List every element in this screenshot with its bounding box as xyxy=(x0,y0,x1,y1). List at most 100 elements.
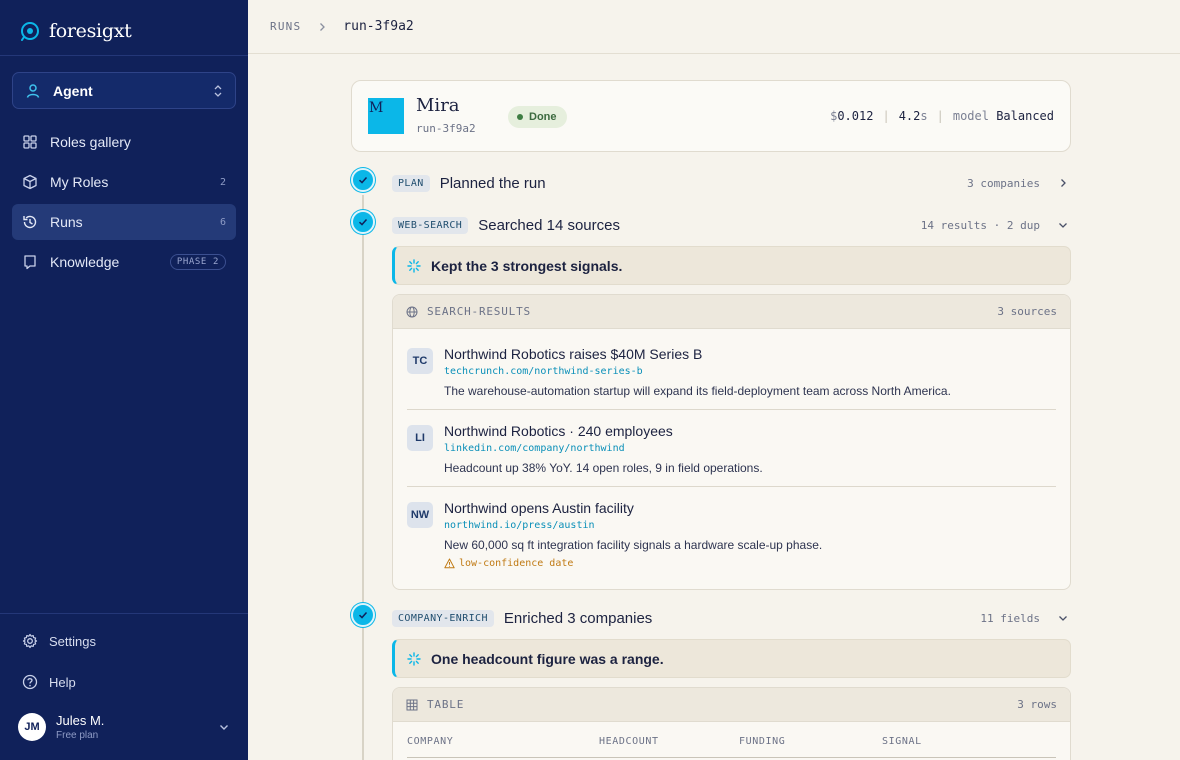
model-metric: model Balanced xyxy=(953,109,1054,123)
source-favicon: TC xyxy=(407,348,433,374)
brand-name: foresigxt xyxy=(49,20,132,42)
sidebar-item-label: Runs xyxy=(50,214,83,230)
agent-select[interactable]: Agent xyxy=(12,72,236,109)
check-icon xyxy=(358,611,368,619)
help-label: Help xyxy=(49,674,76,690)
sidebar-item-help[interactable]: Help xyxy=(12,667,236,697)
warning-note: low-confidence date xyxy=(444,558,573,569)
breadcrumb-current: run-3f9a2 xyxy=(343,19,414,34)
sidebar-item-my-roles[interactable]: My Roles 2 xyxy=(12,164,236,200)
step-web-search[interactable]: WEB-SEARCH Searched 14 sources 14 result… xyxy=(392,213,1070,237)
step-title: Enriched 3 companies xyxy=(503,609,653,627)
chevron-down-icon xyxy=(1059,223,1067,228)
sidebar-item-runs[interactable]: Runs 6 xyxy=(12,204,236,240)
cube-icon xyxy=(23,174,37,190)
sidebar: foresigxt Agent Roles gallery My Roles 2 xyxy=(0,0,248,760)
result-title-link[interactable]: Northwind opens Austin facility xyxy=(444,500,634,516)
brand-logo[interactable]: foresigxt xyxy=(20,20,132,42)
phase-badge: PHASE 2 xyxy=(169,254,226,270)
sidebar-item-label: Knowledge xyxy=(50,254,120,270)
warning-icon xyxy=(444,558,455,569)
result-url-link[interactable]: linkedin.com/company/northwind xyxy=(444,443,625,454)
user-name: Jules M. xyxy=(56,713,105,728)
step-tag: PLAN xyxy=(392,174,430,192)
column-header-funding[interactable]: FUNDING xyxy=(739,736,785,747)
logo-eye-icon xyxy=(21,22,39,41)
panel-title: TABLE xyxy=(427,698,465,711)
agent-select-label: Agent xyxy=(53,82,93,99)
sidebar-divider xyxy=(0,55,248,56)
step-complete-icon xyxy=(351,603,375,627)
gear-icon xyxy=(22,633,38,649)
history-icon xyxy=(23,215,37,229)
step-title: Searched 14 sources xyxy=(478,216,620,234)
user-plan: Free plan xyxy=(56,730,99,741)
check-icon xyxy=(358,176,368,184)
nav-count: 6 xyxy=(219,216,226,228)
sidebar-item-roles-gallery[interactable]: Roles gallery xyxy=(12,124,236,160)
table-header-rule xyxy=(407,757,1056,758)
result-title-link[interactable]: Northwind Robotics · 240 employees xyxy=(444,423,673,439)
breadcrumb: RUNS run-3f9a2 xyxy=(248,0,1180,54)
sidebar-divider xyxy=(0,613,248,614)
step-meta: 3 companies xyxy=(967,176,1040,190)
note-text: One headcount figure was a range. xyxy=(431,650,664,667)
enrichment-table-panel: TABLE 3 rows COMPANY HEADCOUNT FUNDING S… xyxy=(392,687,1071,760)
status-text: Done xyxy=(529,111,557,123)
metric-separator: | xyxy=(936,109,944,123)
user-info: Jules M. Free plan xyxy=(56,713,208,741)
result-divider xyxy=(407,409,1056,410)
search-result-item: LI Northwind Robotics · 240 employees li… xyxy=(407,423,1056,481)
settings-label: Settings xyxy=(49,633,96,649)
run-id: run-3f9a2 xyxy=(416,122,476,135)
panel-count: 3 rows xyxy=(1017,698,1057,711)
sidebar-item-knowledge[interactable]: Knowledge PHASE 2 xyxy=(12,244,236,280)
model-value: Balanced xyxy=(996,109,1054,123)
source-favicon: NW xyxy=(407,502,433,528)
check-icon xyxy=(358,218,368,226)
sparkle-icon xyxy=(407,651,421,666)
column-header-company[interactable]: COMPANY xyxy=(407,736,453,747)
cost-value: 0.012 xyxy=(837,109,874,123)
source-favicon: LI xyxy=(407,425,433,451)
chevron-updown-icon xyxy=(214,84,222,97)
step-company-enrich[interactable]: COMPANY-ENRICH Enriched 3 companies 11 f… xyxy=(392,606,1070,630)
help-icon xyxy=(22,674,38,690)
column-header-signal[interactable]: SIGNAL xyxy=(882,736,922,747)
timeline-line xyxy=(362,195,364,760)
panel-count: 3 sources xyxy=(997,305,1057,318)
book-icon xyxy=(24,255,36,270)
step-tag: WEB-SEARCH xyxy=(392,216,469,234)
table-icon xyxy=(406,699,418,710)
user-menu[interactable]: JM Jules M. Free plan xyxy=(12,708,236,746)
sidebar-item-label: My Roles xyxy=(50,174,109,190)
breadcrumb-runs-link[interactable]: RUNS xyxy=(270,20,301,33)
search-result-item: TC Northwind Robotics raises $40M Series… xyxy=(407,346,1056,404)
panel-header: SEARCH-RESULTS 3 sources xyxy=(393,295,1070,329)
result-url-link[interactable]: northwind.io/press/austin xyxy=(444,520,595,531)
result-snippet: Headcount up 38% YoY. 14 open roles, 9 i… xyxy=(444,461,763,475)
collapse-step-button[interactable] xyxy=(1056,218,1070,232)
sidebar-item-settings[interactable]: Settings xyxy=(12,626,236,656)
globe-icon xyxy=(406,306,418,317)
warning-text: low-confidence date xyxy=(459,558,574,569)
step-complete-icon xyxy=(351,210,375,234)
result-snippet: New 60,000 sq ft integration facility si… xyxy=(444,538,823,552)
collapse-step-button[interactable] xyxy=(1056,611,1070,625)
step-meta: 14 results · 2 dup xyxy=(920,218,1040,232)
expand-step-button[interactable] xyxy=(1056,176,1070,190)
step-meta: 11 fields xyxy=(980,611,1040,625)
result-url-link[interactable]: techcrunch.com/northwind-series-b xyxy=(444,366,643,377)
user-icon xyxy=(26,83,40,98)
step-note: Kept the 3 strongest signals. xyxy=(392,246,1071,285)
duration-unit: s xyxy=(920,109,928,123)
avatar: JM xyxy=(18,713,46,741)
column-header-headcount[interactable]: HEADCOUNT xyxy=(599,736,659,747)
run-metrics: $0.012 | 4.2s | model Balanced xyxy=(830,109,1054,123)
result-title-link[interactable]: Northwind Robotics raises $40M Series B xyxy=(444,346,702,362)
step-tag: COMPANY-ENRICH xyxy=(392,609,494,627)
step-plan[interactable]: PLAN Planned the run 3 companies xyxy=(392,171,1070,195)
grid-icon xyxy=(23,135,37,149)
step-note: One headcount figure was a range. xyxy=(392,639,1071,678)
run-header-card: M Mira run-3f9a2 Done $0.012 | 4.2s | mo… xyxy=(351,80,1071,152)
